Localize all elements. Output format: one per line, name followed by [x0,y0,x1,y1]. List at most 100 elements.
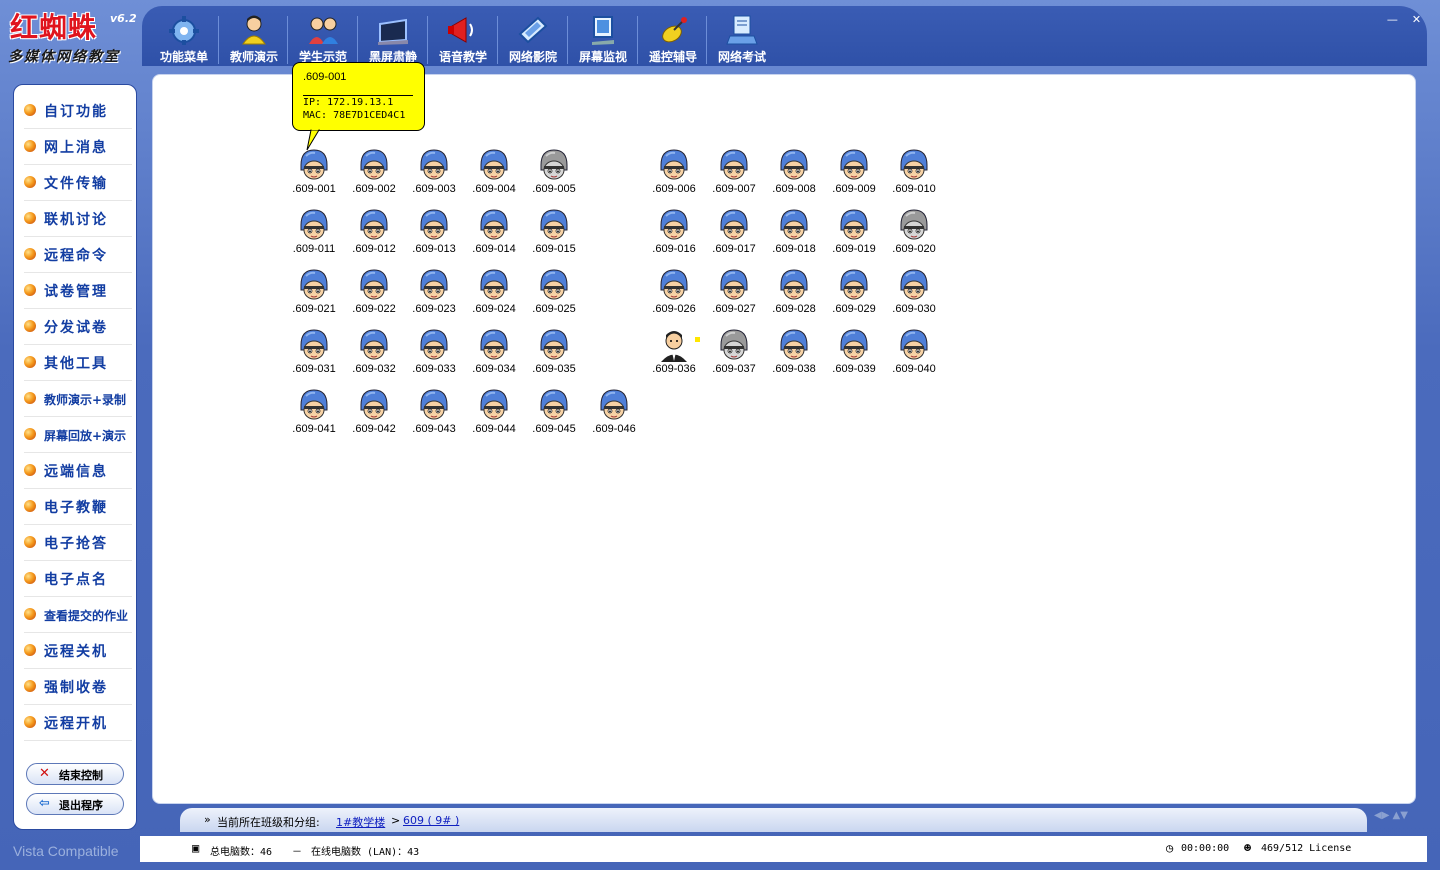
student-computer[interactable]: .609-037 [704,328,764,384]
student-avatar-icon [360,389,388,420]
toolbar-label: 遥控辅导 [648,50,697,64]
student-computer[interactable]: .609-026 [644,268,704,324]
sidebar-item-view-homework[interactable]: 查看提交的作业 [24,597,132,633]
student-computer[interactable]: .609-015 [524,208,584,264]
sidebar-item-custom-functions[interactable]: 自订功能 [24,93,132,129]
student-computer[interactable]: .609-036 [644,328,704,384]
minimize-icon[interactable]: — [1386,14,1399,27]
student-computer[interactable]: .609-016 [644,208,704,264]
student-computer[interactable]: .609-014 [464,208,524,264]
student-computer[interactable]: .609-004 [464,148,524,204]
status-bar: ▣ 总电脑数：46 － 在线电脑数 (LAN)：43 ◷ 00:00:00 ☻ … [140,836,1427,862]
student-computer[interactable]: .609-033 [404,328,464,384]
orange-bullet-icon [24,608,36,620]
sidebar-item-teacher-demo-record[interactable]: 教师演示+录制 [24,381,132,417]
close-icon[interactable]: ✕ [1410,14,1423,27]
student-computer[interactable]: .609-018 [764,208,824,264]
sidebar-item-file-transfer[interactable]: 文件传输 [24,165,132,201]
computer-label: .609-010 [892,183,936,195]
student-computer[interactable]: .609-025 [524,268,584,324]
student-computer[interactable]: .609-012 [344,208,404,264]
orange-bullet-icon [24,320,36,332]
student-computer[interactable]: .609-005 [524,148,584,204]
end-control-button[interactable]: ✕ 结束控制 [26,763,124,785]
student-computer[interactable]: .609-001 [284,148,344,204]
student-computer[interactable]: .609-011 [284,208,344,264]
computer-label: .609-038 [772,363,816,375]
tooltip-pointer [306,128,320,151]
sidebar-item-online-message[interactable]: 网上消息 [24,129,132,165]
student-computer[interactable]: .609-042 [344,388,404,444]
sidebar-item-distribute-exam[interactable]: 分发试卷 [24,309,132,345]
student-computer[interactable]: .609-010 [884,148,944,204]
computer-label: .609-039 [832,363,876,375]
student-computer[interactable]: .609-035 [524,328,584,384]
student-computer[interactable]: .609-032 [344,328,404,384]
computer-label: .609-009 [832,183,876,195]
student-computer[interactable]: .609-009 [824,148,884,204]
sidebar-item-remote-command[interactable]: 远程命令 [24,237,132,273]
breadcrumb-room-link[interactable]: 609 ( 9# ) [403,814,459,827]
top-toolbar: 功能菜单 教师演示 学生示范 黑屏肃静 语音教学 网络影院 屏幕监视 遥控辅导 … [142,6,1427,66]
student-computer[interactable]: .609-013 [404,208,464,264]
computer-label: .609-022 [352,303,396,315]
app-logo: 红蜘蛛 v6.2 多媒体网络教室 [0,0,142,74]
toolbar-divider [706,16,707,64]
student-computer[interactable]: .609-008 [764,148,824,204]
student-computer[interactable]: .609-019 [824,208,884,264]
student-computer[interactable]: .609-039 [824,328,884,384]
breadcrumb-building-link[interactable]: 1#教学楼 [336,814,385,830]
toolbar-network-cinema[interactable]: 网络影院 [499,14,567,70]
sidebar-item-exam-management[interactable]: 试卷管理 [24,273,132,309]
computer-label: .609-024 [472,303,516,315]
student-computer[interactable]: .609-007 [704,148,764,204]
sidebar-item-electronic-pointer[interactable]: 电子教鞭 [24,489,132,525]
student-computer[interactable]: .609-045 [524,388,584,444]
student-computer[interactable]: .609-023 [404,268,464,324]
sidebar-item-label: 自订功能 [44,104,108,120]
student-computer[interactable]: .609-006 [644,148,704,204]
student-computer[interactable]: .609-038 [764,328,824,384]
app-title: 红蜘蛛 [10,11,98,44]
student-computer[interactable]: .609-027 [704,268,764,324]
student-computer[interactable]: .609-017 [704,208,764,264]
toolbar-screen-monitor[interactable]: 屏幕监视 [569,14,637,70]
student-computer[interactable]: .609-021 [284,268,344,324]
sidebar-item-remote-shutdown[interactable]: 远程关机 [24,633,132,669]
student-computer[interactable]: .609-028 [764,268,824,324]
toolbar-network-exam[interactable]: 网络考试 [708,14,776,70]
sidebar-item-remote-power-on[interactable]: 远程开机 [24,705,132,741]
toolbar-function-menu[interactable]: 功能菜单 [150,14,218,70]
computer-label: .609-003 [412,183,456,195]
student-computer[interactable]: .609-034 [464,328,524,384]
student-computer[interactable]: .609-044 [464,388,524,444]
sidebar-item-label: 远程关机 [44,644,108,660]
window-controls: — ✕ [1380,8,1423,27]
student-computer[interactable]: .609-031 [284,328,344,384]
scroll-arrows[interactable]: ◀▶ ▲▼ [1374,810,1408,821]
sidebar-item-electronic-quiz[interactable]: 电子抢答 [24,525,132,561]
exit-program-button[interactable]: ⇦ 退出程序 [26,793,124,815]
student-computer[interactable]: .609-024 [464,268,524,324]
student-computer[interactable]: .609-043 [404,388,464,444]
toolbar-teacher-demo[interactable]: 教师演示 [220,14,288,70]
sidebar-item-roll-call[interactable]: 电子点名 [24,561,132,597]
toolbar-voice-teaching[interactable]: 语音教学 [429,14,497,70]
sidebar-item-remote-info[interactable]: 远端信息 [24,453,132,489]
student-computer[interactable]: .609-040 [884,328,944,384]
student-computer[interactable]: .609-022 [344,268,404,324]
sidebar-item-online-discussion[interactable]: 联机讨论 [24,201,132,237]
sidebar-item-other-tools[interactable]: 其他工具 [24,345,132,381]
toolbar-remote-tutoring[interactable]: 遥控辅导 [639,14,707,70]
sidebar-item-force-collect[interactable]: 强制收卷 [24,669,132,705]
student-computer[interactable]: .609-020 [884,208,944,264]
student-computer[interactable]: .609-041 [284,388,344,444]
sidebar-item-screen-replay[interactable]: 屏幕回放+演示 [24,417,132,453]
student-computer[interactable]: .609-029 [824,268,884,324]
student-computer[interactable]: .609-030 [884,268,944,324]
student-computer[interactable]: .609-002 [344,148,404,204]
student-avatar-icon [300,329,328,360]
student-computer[interactable]: .609-046 [584,388,644,444]
student-computer[interactable]: .609-003 [404,148,464,204]
function-sidebar: 自订功能 网上消息 文件传输 联机讨论 远程命令 试卷管理 分发试卷 其他工具 [13,84,137,830]
